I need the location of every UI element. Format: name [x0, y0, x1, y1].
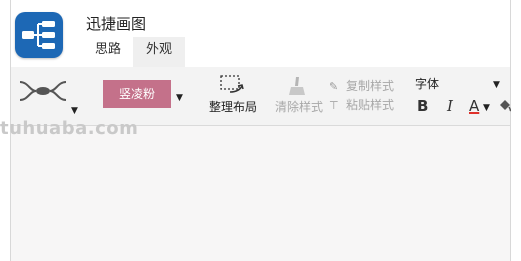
copy-style-button[interactable]: ✎ 复制样式 [329, 77, 394, 94]
copy-style-label: 复制样式 [346, 79, 395, 93]
theme-color-dropdown-caret-icon[interactable]: ▼ [176, 93, 183, 103]
tab-appearance[interactable]: 外观 [133, 37, 185, 67]
font-family-select[interactable]: 字体 [415, 75, 439, 92]
watermark-text: tuhuaba.com [0, 118, 139, 139]
mindmap-canvas[interactable] [11, 126, 510, 261]
font-color-dropdown-caret-icon[interactable]: ▼ [483, 103, 490, 113]
mindmap-logo-icon [15, 12, 63, 58]
clear-style-label[interactable]: 清除样式 [275, 98, 323, 115]
bold-button[interactable]: B [417, 97, 428, 115]
paste-style-icon: ⊤ [329, 99, 339, 112]
layout-arrange-icon[interactable] [220, 74, 246, 96]
copy-style-icon: ✎ [329, 80, 339, 93]
tab-idea[interactable]: 思路 [85, 37, 131, 67]
layout-arrange-label[interactable]: 整理布局 [209, 98, 257, 115]
eraser-icon[interactable] [287, 76, 307, 96]
theme-structure-button[interactable] [18, 74, 68, 108]
font-color-button[interactable]: A [469, 97, 479, 115]
font-dropdown-caret-icon[interactable]: ▼ [493, 80, 500, 90]
paste-style-button[interactable]: ⊤ 粘贴样式 [329, 96, 394, 113]
italic-button[interactable]: I [447, 97, 453, 115]
paste-style-label: 粘贴样式 [346, 98, 395, 112]
app-title: 迅捷画图 [86, 15, 147, 33]
window-right-border [510, 0, 511, 261]
theme-dropdown-caret-icon[interactable]: ▼ [71, 106, 78, 116]
paint-bucket-icon[interactable] [498, 97, 512, 113]
mindmap-structure-icon [19, 81, 67, 101]
theme-color-button[interactable]: 竖凌粉 [103, 80, 171, 108]
